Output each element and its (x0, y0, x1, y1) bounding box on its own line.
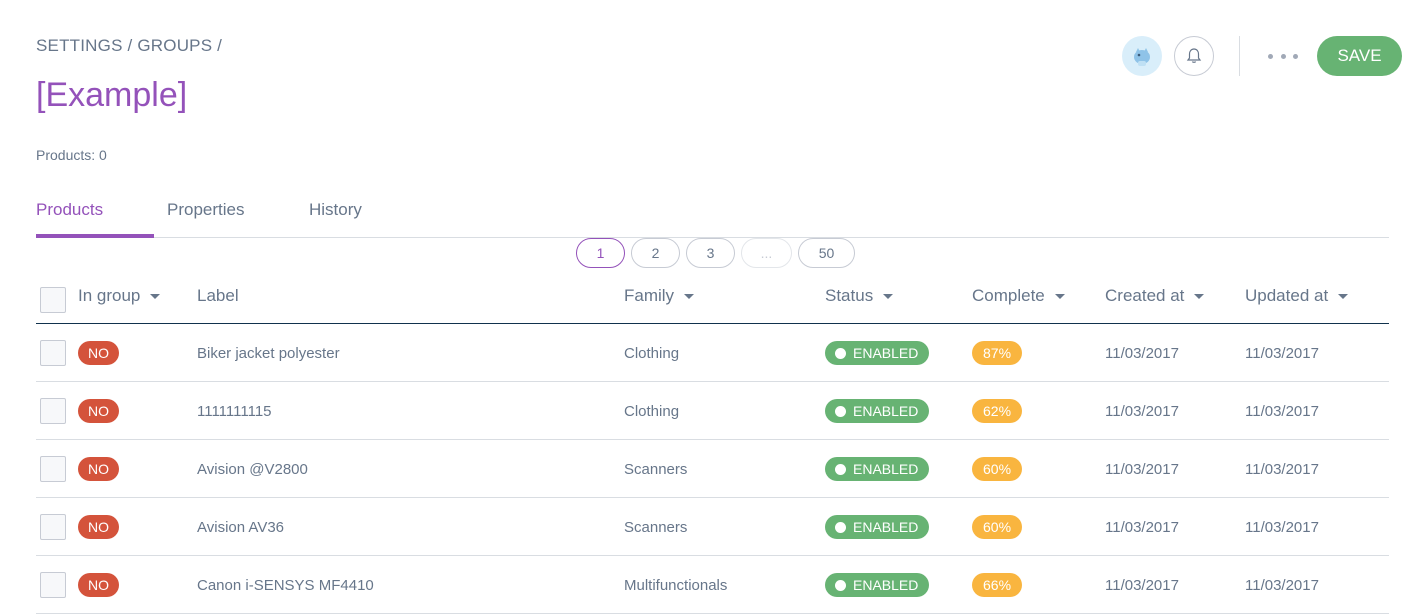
column-in-group[interactable]: In group (78, 286, 161, 306)
in-group-badge: NO (78, 341, 119, 365)
created-at: 11/03/2017 (1105, 518, 1179, 536)
breadcrumb[interactable]: SETTINGS / GROUPS / (36, 36, 222, 56)
in-group-badge: NO (78, 573, 119, 597)
complete-badge: 60% (972, 515, 1023, 539)
status-badge: ENABLED (825, 341, 930, 365)
sort-caret-icon (1054, 293, 1065, 299)
complete-badge: 60% (972, 457, 1023, 481)
table-header: In group Label Family Status Complete Cr… (36, 271, 1389, 324)
sort-caret-icon (1194, 293, 1205, 299)
user-avatar-icon (1134, 48, 1150, 66)
header-divider (1239, 36, 1240, 76)
row-checkbox[interactable] (40, 398, 66, 424)
row-checkbox[interactable] (40, 514, 66, 540)
product-family: Scanners (624, 460, 688, 478)
tab-history[interactable]: History (309, 196, 362, 238)
status-dot-icon (835, 347, 846, 359)
updated-at: 11/03/2017 (1245, 576, 1319, 594)
page-button-3[interactable]: 3 (686, 238, 735, 268)
column-label[interactable]: Label (197, 286, 239, 306)
updated-at: 11/03/2017 (1245, 344, 1319, 362)
in-group-badge: NO (78, 457, 119, 481)
product-label: Avision AV36 (197, 518, 285, 536)
status-dot-icon (835, 579, 846, 591)
product-family: Clothing (624, 344, 680, 362)
product-family: Multifunctionals (624, 576, 728, 594)
notifications-button[interactable] (1174, 36, 1214, 76)
created-at: 11/03/2017 (1105, 402, 1179, 420)
sort-caret-icon (1338, 293, 1349, 299)
status-badge: ENABLED (825, 399, 930, 423)
row-checkbox[interactable] (40, 572, 66, 598)
page-title: [Example] (36, 76, 188, 114)
created-at: 11/03/2017 (1105, 576, 1179, 594)
table-row[interactable]: NO 1111111115 Clothing ENABLED 62% 11/03… (36, 382, 1389, 440)
page-button-50[interactable]: 50 (798, 238, 855, 268)
header-actions: SAVE (1122, 36, 1402, 76)
status-dot-icon (835, 463, 846, 475)
product-family: Scanners (624, 518, 688, 536)
column-family[interactable]: Family (624, 286, 695, 306)
column-status[interactable]: Status (825, 286, 894, 306)
updated-at: 11/03/2017 (1245, 460, 1319, 478)
updated-at: 11/03/2017 (1245, 518, 1319, 536)
tab-properties[interactable]: Properties (167, 196, 244, 238)
page-ellipsis: ... (741, 238, 792, 268)
created-at: 11/03/2017 (1105, 344, 1179, 362)
table-row[interactable]: NO Avision AV36 Scanners ENABLED 60% 11/… (36, 498, 1389, 556)
page-button-1[interactable]: 1 (576, 238, 625, 268)
products-count: Products: 0 (36, 147, 107, 163)
product-label: Biker jacket polyester (197, 344, 340, 362)
pagination: 1 2 3 ... 50 (576, 238, 861, 268)
in-group-badge: NO (78, 515, 119, 539)
bell-icon (1186, 48, 1202, 63)
status-badge: ENABLED (825, 515, 930, 539)
sort-caret-icon (883, 293, 894, 299)
column-complete[interactable]: Complete (972, 286, 1065, 306)
table-row[interactable]: NO Canon i-SENSYS MF4410 Multifunctional… (36, 556, 1389, 614)
updated-at: 11/03/2017 (1245, 402, 1319, 420)
select-all-checkbox[interactable] (40, 287, 66, 313)
tabs: Products Properties History (36, 196, 1389, 238)
active-tab-indicator (36, 234, 154, 238)
created-at: 11/03/2017 (1105, 460, 1179, 478)
tab-products[interactable]: Products (36, 196, 103, 238)
table-row[interactable]: NO Avision @V2800 Scanners ENABLED 60% 1… (36, 440, 1389, 498)
more-options-icon[interactable] (1268, 36, 1298, 76)
page-button-2[interactable]: 2 (631, 238, 680, 268)
complete-badge: 87% (972, 341, 1023, 365)
product-family: Clothing (624, 402, 680, 420)
sort-caret-icon (684, 293, 695, 299)
product-label: Canon i-SENSYS MF4410 (197, 576, 374, 594)
table-row[interactable]: NO Biker jacket polyester Clothing ENABL… (36, 324, 1389, 382)
row-checkbox[interactable] (40, 456, 66, 482)
in-group-badge: NO (78, 399, 119, 423)
row-checkbox[interactable] (40, 340, 66, 366)
complete-badge: 66% (972, 573, 1023, 597)
product-label: Avision @V2800 (197, 460, 308, 478)
column-created-at[interactable]: Created at (1105, 286, 1205, 306)
column-updated-at[interactable]: Updated at (1245, 286, 1349, 306)
save-button[interactable]: SAVE (1317, 36, 1402, 76)
sort-caret-icon (150, 293, 161, 299)
avatar[interactable] (1122, 36, 1162, 76)
status-badge: ENABLED (825, 573, 930, 597)
status-dot-icon (835, 405, 846, 417)
status-badge: ENABLED (825, 457, 930, 481)
complete-badge: 62% (972, 399, 1023, 423)
product-label: 1111111115 (197, 402, 272, 420)
status-dot-icon (835, 521, 846, 533)
